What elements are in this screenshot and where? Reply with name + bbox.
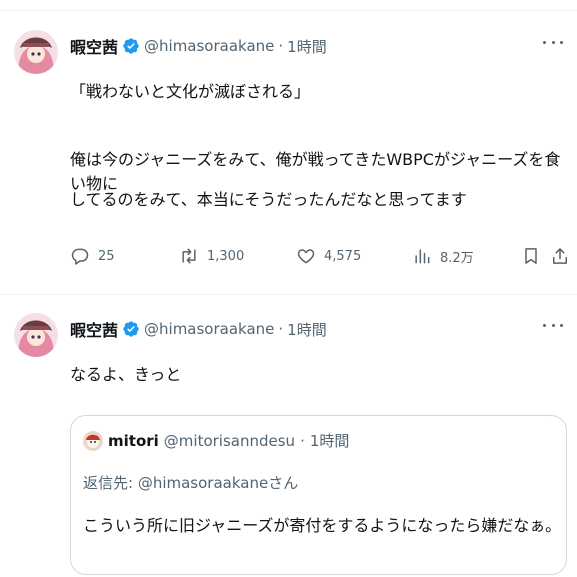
separator: · [300,431,305,450]
separator: · [278,320,284,338]
display-name[interactable]: 暇空茜 [70,34,118,58]
views-button[interactable]: 8.2万 [412,244,474,268]
quote-display-name: mitori [108,431,159,450]
retweet-icon [182,248,196,264]
tweet-text-line: 「戦わないと文化が滅ぼされる」 [70,82,311,101]
tweet-text-line: なるよ、きっと [70,365,182,384]
quote-header: mitori @mitorisanndesu · 1時間 [83,430,349,451]
avatar[interactable] [14,313,58,357]
handle[interactable]: @himasoraakane [144,37,274,55]
like-button[interactable]: 4,575 [296,244,361,268]
reply-button[interactable]: 25 [70,244,115,268]
quote-avatar [83,430,103,451]
timestamp[interactable]: 1時間 [287,36,327,57]
timestamp[interactable]: 1時間 [287,319,327,340]
bookmark-button[interactable] [521,244,541,268]
quote-timestamp: 1時間 [309,432,350,450]
tweet-divider [0,294,577,295]
share-icon [553,248,567,264]
tweet-header: 暇空茜 @himasoraakane · 1時間 [70,34,327,58]
quote-text: こういう所に旧ジャニーズが寄付をするようになったら嫌だなぁ。 [83,516,562,535]
tweet[interactable]: 暇空茜 @himasoraakane · 1時間 なるよ、きっと mitori … [0,305,577,577]
tweet-header: 暇空茜 @himasoraakane · 1時間 [70,317,327,341]
timeline: 暇空茜 @himasoraakane · 1時間 「戦わないと文化が滅ぼされる」… [0,0,577,577]
views-count: 8.2万 [440,250,474,266]
tweet[interactable]: 暇空茜 @himasoraakane · 1時間 「戦わないと文化が滅ぼされる」… [0,22,577,292]
reply-count: 25 [98,248,115,264]
tweet-actions: 25 1,300 4,575 8.2万 [70,244,567,268]
retweet-count: 1,300 [207,248,245,264]
top-border [0,10,577,11]
more-icon[interactable] [543,36,563,48]
bookmark-icon [525,248,537,264]
replying-suffix: さん [268,474,299,492]
like-icon [297,249,315,264]
share-button[interactable] [550,244,570,268]
like-count: 4,575 [324,248,362,264]
verified-badge-icon[interactable] [122,320,140,338]
replying-handle[interactable]: @himasoraakane [138,474,268,492]
retweet-button[interactable]: 1,300 [179,244,244,268]
verified-badge-icon[interactable] [122,37,140,55]
handle[interactable]: @himasoraakane [144,320,274,338]
replying-to: 返信先: @himasoraakaneさん [83,472,298,493]
reply-icon [71,248,89,265]
quoted-tweet[interactable]: mitori @mitorisanndesu · 1時間 返信先: @himas… [70,415,567,575]
tweet-text-line: してるのをみて、本当にそうだったんだなと思ってます [70,190,467,209]
replying-prefix: 返信先: [83,474,138,492]
avatar[interactable] [14,30,58,74]
more-icon[interactable] [543,319,563,331]
display-name[interactable]: 暇空茜 [70,317,118,341]
separator: · [278,37,284,55]
quote-handle: @mitorisanndesu [163,431,296,450]
views-icon [415,249,430,264]
